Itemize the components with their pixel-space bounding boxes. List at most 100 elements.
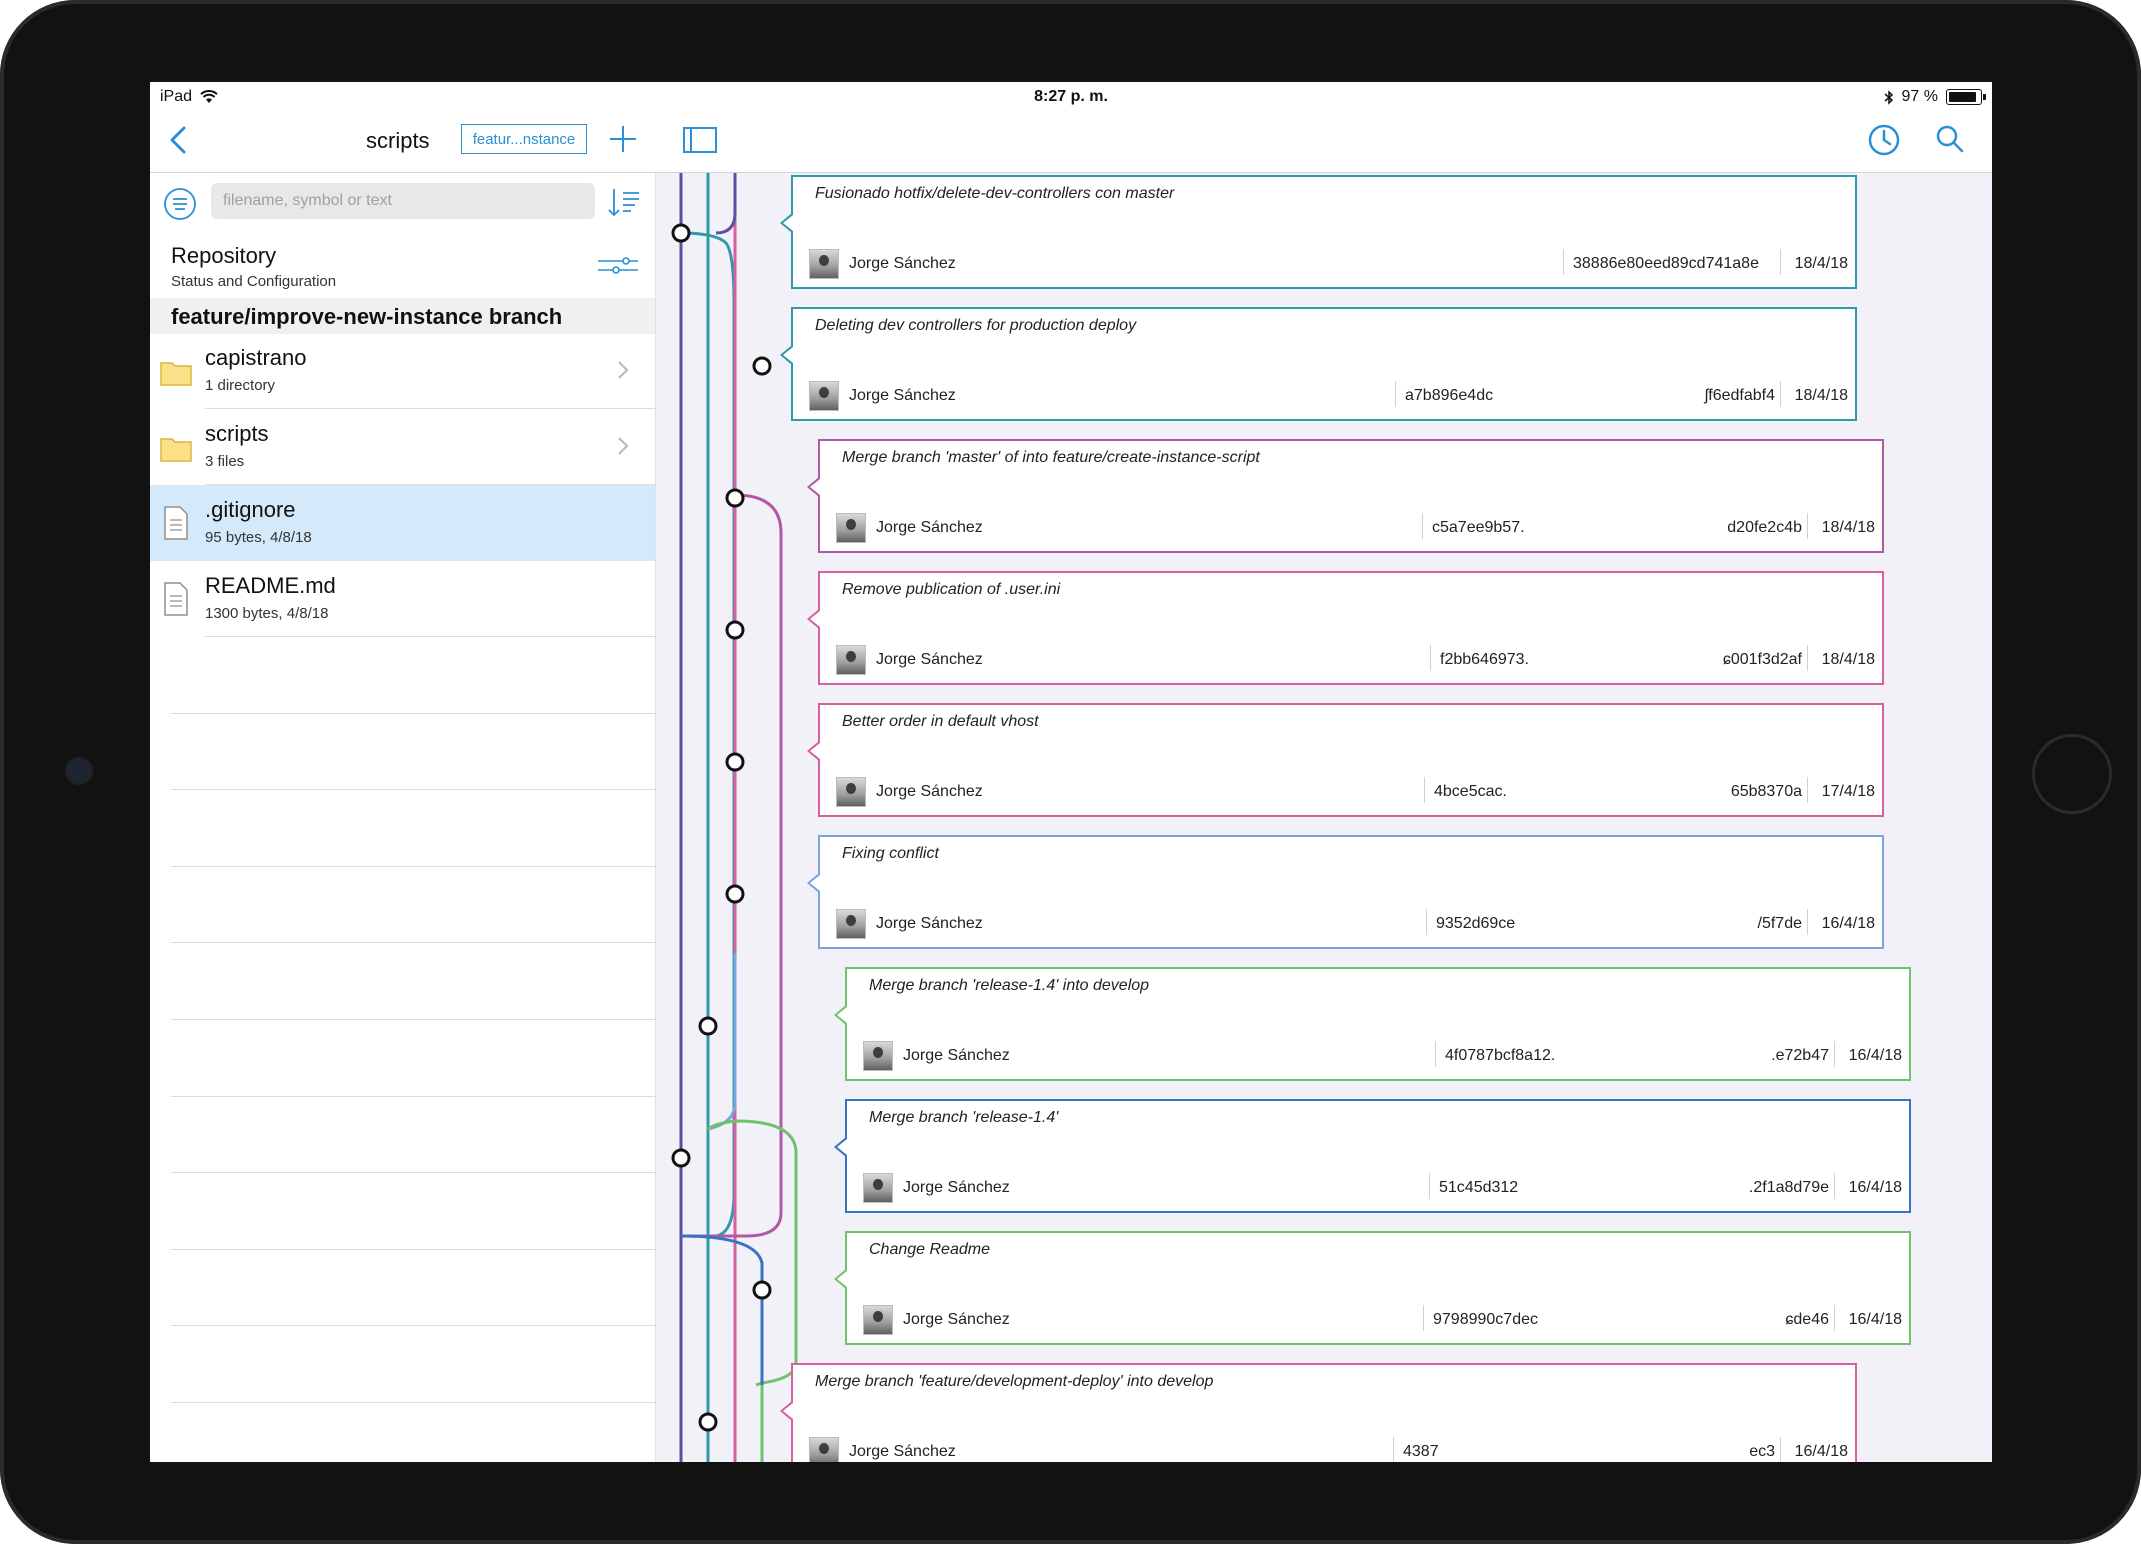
search-icon[interactable] — [1933, 122, 1967, 156]
branch-config-icon[interactable] — [596, 255, 640, 277]
navigation-bar: scripts featur...nstance — [150, 110, 1992, 173]
file-name: capistrano — [205, 345, 307, 370]
commit-author: Jorge Sánchez — [849, 387, 956, 404]
file-browser-sidebar: Repository Status and Configuration feat… — [150, 173, 656, 1462]
avatar — [836, 909, 866, 939]
empty-row — [150, 943, 655, 1020]
commit-card[interactable]: Deleting dev controllers for production … — [780, 307, 1857, 421]
add-icon[interactable] — [606, 122, 640, 156]
field-divider — [1807, 909, 1808, 935]
empty-row — [150, 714, 655, 791]
repository-row[interactable]: Repository Status and Configuration — [150, 233, 655, 293]
commit-node — [671, 1148, 691, 1168]
commit-message: Fixing conflict — [842, 845, 939, 862]
list-item-readme[interactable]: README.md 1300 bytes, 4/8/18 — [150, 561, 655, 637]
status-bar: iPad 8:27 p. m. 97 % — [150, 82, 1992, 110]
avatar — [809, 249, 839, 279]
history-clock-icon[interactable] — [1866, 122, 1902, 158]
field-divider — [1834, 1305, 1835, 1331]
commit-hash: c5a7ee9b57. — [1432, 519, 1525, 536]
commit-author: Jorge Sánchez — [876, 915, 983, 932]
commit-date: 16/4/18 — [1794, 1443, 1848, 1460]
filter-row — [150, 173, 655, 231]
home-button[interactable] — [2032, 734, 2112, 814]
commit-date: 16/4/18 — [1848, 1047, 1902, 1064]
commit-hash-end: ʃf6edfabf4 — [1704, 387, 1775, 404]
list-item-scripts[interactable]: scripts 3 files — [150, 409, 655, 485]
branch-header-label: feature/improve-new-instance branch — [171, 304, 563, 329]
field-divider — [1780, 249, 1781, 275]
avatar — [836, 777, 866, 807]
commit-card[interactable]: Fusionado hotfix/delete-dev-controllers … — [780, 175, 1857, 289]
commit-author: Jorge Sánchez — [849, 1443, 956, 1460]
list-item-capistrano[interactable]: capistrano 1 directory — [150, 333, 655, 409]
back-chevron-icon[interactable] — [160, 120, 200, 160]
card-pointer-inner — [837, 1271, 847, 1287]
card-pointer-inner — [783, 215, 793, 231]
commit-card[interactable]: Merge branch 'release-1.4' into develop J… — [834, 967, 1911, 1081]
commit-date: 18/4/18 — [1794, 387, 1848, 404]
commit-node — [671, 223, 691, 243]
commit-hash-end: .2f1a8d79e — [1748, 1179, 1829, 1196]
file-name: README.md — [205, 573, 336, 598]
commit-card[interactable]: Merge branch 'master' of into feature/cr… — [807, 439, 1884, 553]
toggle-sidebar-icon[interactable] — [682, 124, 718, 156]
commit-card[interactable]: Remove publication of .user.ini Jorge Sán… — [807, 571, 1884, 685]
commit-message: Merge branch 'feature/development-deploy… — [815, 1373, 1214, 1390]
commit-hash-end: ec3 — [1749, 1443, 1775, 1460]
branch-selector-button[interactable]: featur...nstance — [461, 124, 587, 154]
list-item-gitignore[interactable]: .gitignore 95 bytes, 4/8/18 — [150, 485, 655, 561]
avatar — [809, 1437, 839, 1462]
commit-hash-end: d20fe2c4b — [1727, 519, 1802, 536]
empty-row — [150, 1097, 655, 1174]
card-pointer-inner — [810, 875, 820, 891]
search-input[interactable] — [211, 183, 595, 219]
file-list: capistrano 1 directory scripts 3 files .… — [150, 333, 655, 1462]
document-icon — [164, 582, 188, 616]
commit-hash: 38886e80eed89cd741a8e — [1573, 255, 1759, 272]
commit-hash-end: .e72b47 — [1771, 1047, 1829, 1064]
field-divider — [1435, 1041, 1436, 1067]
repository-title: Repository — [171, 243, 277, 268]
commit-hash-end: /5f7de — [1757, 915, 1802, 932]
commit-card[interactable]: Fixing conflict Jorge Sánchez 9352d69ce/5f… — [807, 835, 1884, 949]
field-divider — [1807, 645, 1808, 671]
empty-row — [150, 1020, 655, 1097]
commit-card[interactable]: Merge branch 'feature/development-deploy… — [780, 1363, 1857, 1462]
file-name: .gitignore — [205, 497, 296, 522]
chevron-right-icon — [618, 361, 629, 379]
field-divider — [1807, 777, 1808, 803]
battery-percentage: 97 % — [1901, 88, 1938, 105]
branch-section-header: feature/improve-new-instance branch — [150, 298, 655, 334]
commit-date: 17/4/18 — [1821, 783, 1875, 800]
card-pointer-inner — [783, 1403, 793, 1419]
commit-hash: 9352d69ce — [1436, 915, 1516, 932]
card-pointer-inner — [810, 611, 820, 627]
commit-date: 16/4/18 — [1848, 1179, 1902, 1196]
commit-author: Jorge Sánchez — [876, 783, 983, 800]
field-divider — [1422, 513, 1423, 539]
sort-icon[interactable] — [606, 185, 642, 221]
bluetooth-icon — [1884, 89, 1893, 105]
commit-author: Jorge Sánchez — [903, 1047, 1010, 1064]
empty-row — [150, 1173, 655, 1250]
field-divider — [1834, 1041, 1835, 1067]
filter-menu-icon[interactable] — [163, 187, 197, 221]
commit-author: Jorge Sánchez — [903, 1179, 1010, 1196]
commit-hash-end: ɕde46 — [1785, 1311, 1829, 1328]
commit-card[interactable]: Merge branch 'release-1.4' Jorge Sánchez 5… — [834, 1099, 1911, 1213]
commit-card[interactable]: Better order in default vhost Jorge Sánch… — [807, 703, 1884, 817]
commit-message: Better order in default vhost — [842, 713, 1039, 730]
commit-message: Merge branch 'release-1.4' — [869, 1109, 1059, 1126]
commit-card[interactable]: Change Readme Jorge Sánchez 9798990c7dec ɕd… — [834, 1231, 1911, 1345]
nav-title: scripts — [366, 128, 430, 153]
commit-message: Remove publication of .user.ini — [842, 581, 1061, 598]
commit-node — [725, 752, 745, 772]
avatar — [863, 1041, 893, 1071]
field-divider — [1563, 249, 1564, 275]
field-divider — [1393, 1437, 1394, 1462]
chevron-right-icon — [618, 437, 629, 455]
empty-row — [150, 637, 655, 714]
commit-node — [698, 1412, 718, 1432]
file-meta: 1 directory — [205, 377, 276, 394]
